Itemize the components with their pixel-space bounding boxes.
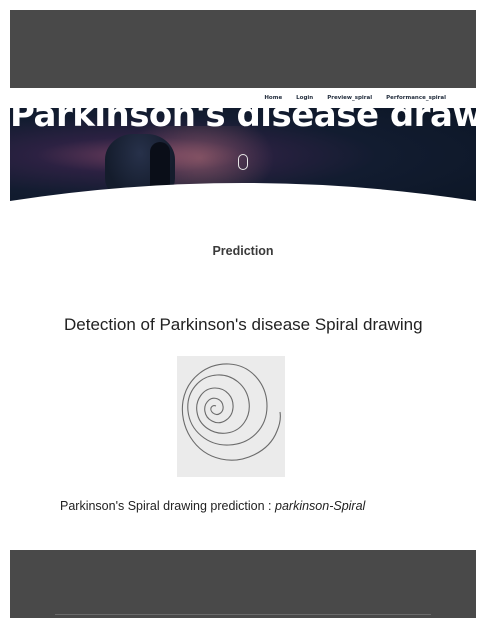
navbar: Home Login Preview_spiral Performance_sp… bbox=[10, 88, 476, 108]
hero-curve bbox=[10, 183, 476, 213]
prediction-result-label: Parkinson's Spiral drawing prediction : bbox=[60, 499, 275, 513]
hero-title: Parkinson's disease drawing bbox=[10, 108, 476, 135]
scroll-down-icon[interactable] bbox=[238, 154, 248, 170]
footer-divider bbox=[55, 614, 431, 615]
spiral-drawing-image bbox=[177, 356, 285, 477]
spiral-drawing-icon bbox=[181, 363, 281, 461]
page-frame-left bbox=[0, 0, 10, 628]
top-dark-band bbox=[10, 10, 476, 88]
detection-title: Detection of Parkinson's disease Spiral … bbox=[64, 315, 423, 334]
prediction-result: Parkinson's Spiral drawing prediction : … bbox=[60, 499, 365, 513]
page-frame-right bbox=[476, 0, 486, 628]
prediction-result-value: parkinson-Spiral bbox=[275, 499, 366, 513]
section-title: Prediction bbox=[212, 244, 274, 258]
footer bbox=[10, 550, 476, 618]
nav-preview-spiral[interactable]: Preview_spiral bbox=[327, 95, 372, 101]
nav-login[interactable]: Login bbox=[296, 95, 313, 101]
nav-performance-spiral[interactable]: Performance_spiral bbox=[386, 95, 446, 101]
nav-home[interactable]: Home bbox=[264, 95, 282, 101]
